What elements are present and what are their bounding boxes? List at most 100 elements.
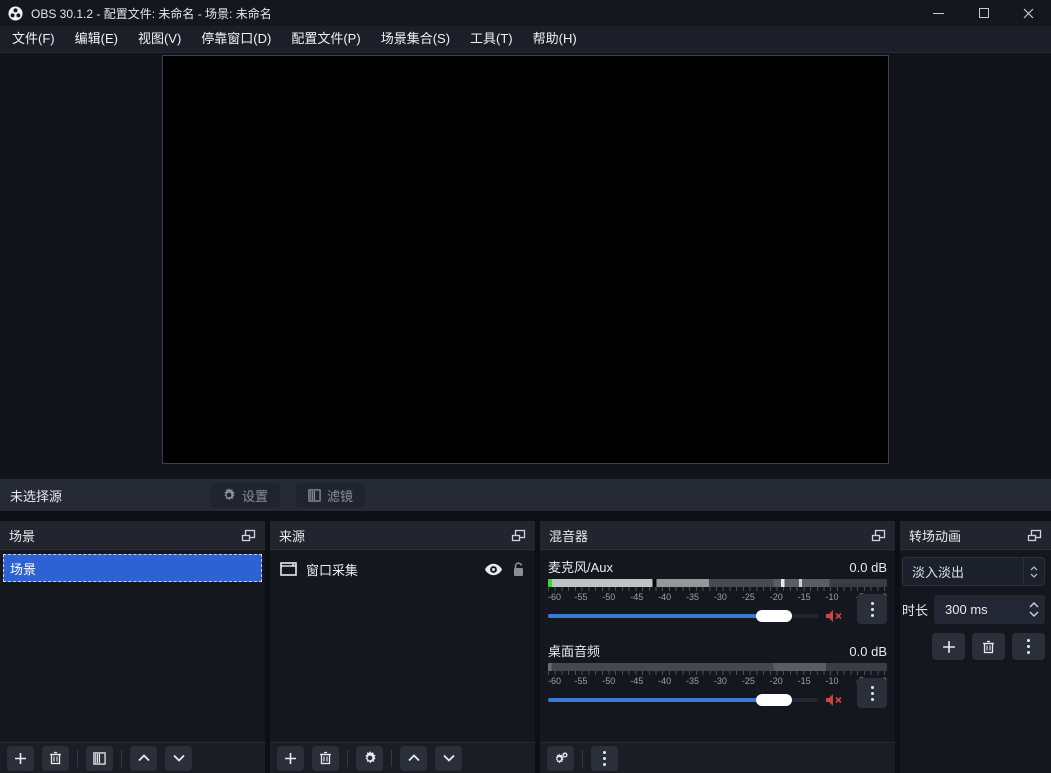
window-title: OBS 30.1.2 - 配置文件: 未命名 - 场景: 未命名 — [31, 5, 272, 22]
mixer-options-button[interactable] — [591, 746, 618, 771]
duration-label: 时长 — [902, 600, 928, 619]
scenes-panel-header[interactable]: 场景 — [0, 521, 265, 550]
caret-up-icon[interactable] — [1029, 602, 1039, 608]
scenes-list: 场景 — [0, 550, 265, 742]
menu-edit[interactable]: 编辑(E) — [65, 26, 128, 52]
volume-slider[interactable] — [548, 692, 818, 708]
toolbar-separator — [77, 750, 78, 767]
titlebar: OBS 30.1.2 - 配置文件: 未命名 - 场景: 未命名 — [0, 0, 1051, 26]
scene-list-item[interactable]: 场景 — [3, 554, 262, 582]
maximize-icon — [979, 8, 989, 18]
transitions-panel: 转场动画 淡入淡出 时长 300 ms — [900, 521, 1051, 773]
menu-profile[interactable]: 配置文件(P) — [281, 26, 370, 52]
remove-transition-button[interactable] — [972, 633, 1005, 660]
menu-scene-collection[interactable]: 场景集合(S) — [371, 26, 460, 52]
add-scene-button[interactable] — [7, 746, 34, 771]
mixer-toolbar — [540, 742, 895, 773]
channel-name: 麦克风/Aux — [548, 557, 613, 576]
source-filters-button[interactable]: 滤镜 — [296, 483, 365, 508]
move-scene-down-button[interactable] — [165, 746, 192, 771]
duration-spinbox[interactable]: 300 ms — [934, 595, 1045, 624]
toolbar-separator — [582, 750, 583, 767]
advanced-audio-button[interactable] — [547, 746, 574, 771]
add-source-button[interactable] — [277, 746, 304, 771]
double-gear-icon — [553, 751, 569, 765]
kebab-menu-icon — [603, 751, 606, 766]
sources-toolbar — [270, 742, 535, 773]
mixer-channel-desktop: 桌面音频 0.0 dB -60-55-50-45-40-35-30-25-20-… — [548, 641, 887, 708]
meter-tick-labels: -60-55-50-45-40-35-30-25-20-15-10-50 — [548, 592, 887, 602]
add-transition-button[interactable] — [932, 633, 965, 660]
popout-icon[interactable] — [511, 529, 526, 542]
mixer-panel: 混音器 麦克风/Aux 0.0 dB -60-55-50-45-40-35-30… — [540, 521, 895, 773]
chevron-up-icon — [138, 754, 150, 762]
no-source-label: 未选择源 — [10, 486, 62, 505]
channel-options-button[interactable] — [857, 678, 887, 708]
mixer-panel-header[interactable]: 混音器 — [540, 521, 895, 550]
muted-speaker-icon[interactable] — [825, 609, 843, 623]
dock-area: 场景 场景 — [0, 511, 1051, 773]
caret-down-icon[interactable] — [1029, 611, 1039, 617]
trash-icon — [49, 751, 62, 765]
close-icon — [1023, 8, 1034, 19]
muted-speaker-icon[interactable] — [825, 693, 843, 707]
source-list-item[interactable]: 窗口采集 — [270, 554, 535, 584]
lock-open-icon[interactable] — [512, 562, 525, 577]
transition-selected-value: 淡入淡出 — [912, 562, 964, 581]
chevron-up-icon — [408, 754, 420, 762]
menu-tools[interactable]: 工具(T) — [460, 26, 523, 52]
sources-panel: 来源 窗口采集 — [270, 521, 535, 773]
maximize-button[interactable] — [961, 0, 1006, 26]
meter-scale — [548, 671, 887, 675]
popout-icon[interactable] — [1027, 529, 1042, 542]
caret-up-icon — [1030, 566, 1038, 571]
chevron-down-icon — [443, 754, 455, 762]
transitions-body: 淡入淡出 时长 300 ms — [900, 550, 1051, 773]
plus-icon — [942, 640, 956, 654]
transitions-panel-header[interactable]: 转场动画 — [900, 521, 1051, 550]
source-properties-gear-button[interactable] — [356, 746, 383, 771]
scene-item-label: 场景 — [10, 559, 36, 578]
move-source-up-button[interactable] — [400, 746, 427, 771]
toolbar-separator — [391, 750, 392, 767]
mixer-channels: 麦克风/Aux 0.0 dB -60-55-50-45-40-35-30-25-… — [540, 550, 895, 742]
channel-db-value: 0.0 dB — [849, 644, 887, 659]
volume-slider[interactable] — [548, 608, 818, 624]
menu-docks[interactable]: 停靠窗口(D) — [191, 26, 281, 52]
volume-slider-handle[interactable] — [756, 610, 792, 622]
mixer-panel-title: 混音器 — [549, 526, 588, 545]
menu-view[interactable]: 视图(V) — [128, 26, 191, 52]
move-source-down-button[interactable] — [435, 746, 462, 771]
remove-scene-button[interactable] — [42, 746, 69, 771]
chevron-down-icon — [173, 754, 185, 762]
channel-options-button[interactable] — [857, 594, 887, 624]
scene-filters-button[interactable] — [86, 746, 113, 771]
preview-canvas[interactable] — [162, 55, 889, 464]
menu-file[interactable]: 文件(F) — [2, 26, 65, 52]
source-properties-button[interactable]: 设置 — [210, 483, 280, 508]
source-context-toolbar: 未选择源 设置 滤镜 — [0, 479, 1051, 511]
channel-db-value: 0.0 dB — [849, 560, 887, 575]
trash-icon — [982, 640, 995, 654]
window-capture-icon — [280, 562, 297, 576]
popout-icon[interactable] — [241, 529, 256, 542]
close-button[interactable] — [1006, 0, 1051, 26]
sources-panel-header[interactable]: 来源 — [270, 521, 535, 550]
minimize-button[interactable] — [916, 0, 961, 26]
transition-select[interactable]: 淡入淡出 — [902, 557, 1045, 586]
kebab-menu-icon — [871, 686, 874, 701]
visibility-eye-icon[interactable] — [484, 563, 503, 576]
remove-source-button[interactable] — [312, 746, 339, 771]
toolbar-separator — [347, 750, 348, 767]
minimize-icon — [933, 13, 944, 14]
menu-help[interactable]: 帮助(H) — [523, 26, 587, 52]
volume-meter — [548, 663, 887, 671]
transition-options-button[interactable] — [1012, 633, 1045, 660]
popout-icon[interactable] — [871, 529, 886, 542]
gear-icon — [363, 751, 377, 765]
duration-value: 300 ms — [945, 602, 988, 617]
source-filters-label: 滤镜 — [327, 486, 353, 505]
move-scene-up-button[interactable] — [130, 746, 157, 771]
volume-slider-handle[interactable] — [756, 694, 792, 706]
trash-icon — [319, 751, 332, 765]
